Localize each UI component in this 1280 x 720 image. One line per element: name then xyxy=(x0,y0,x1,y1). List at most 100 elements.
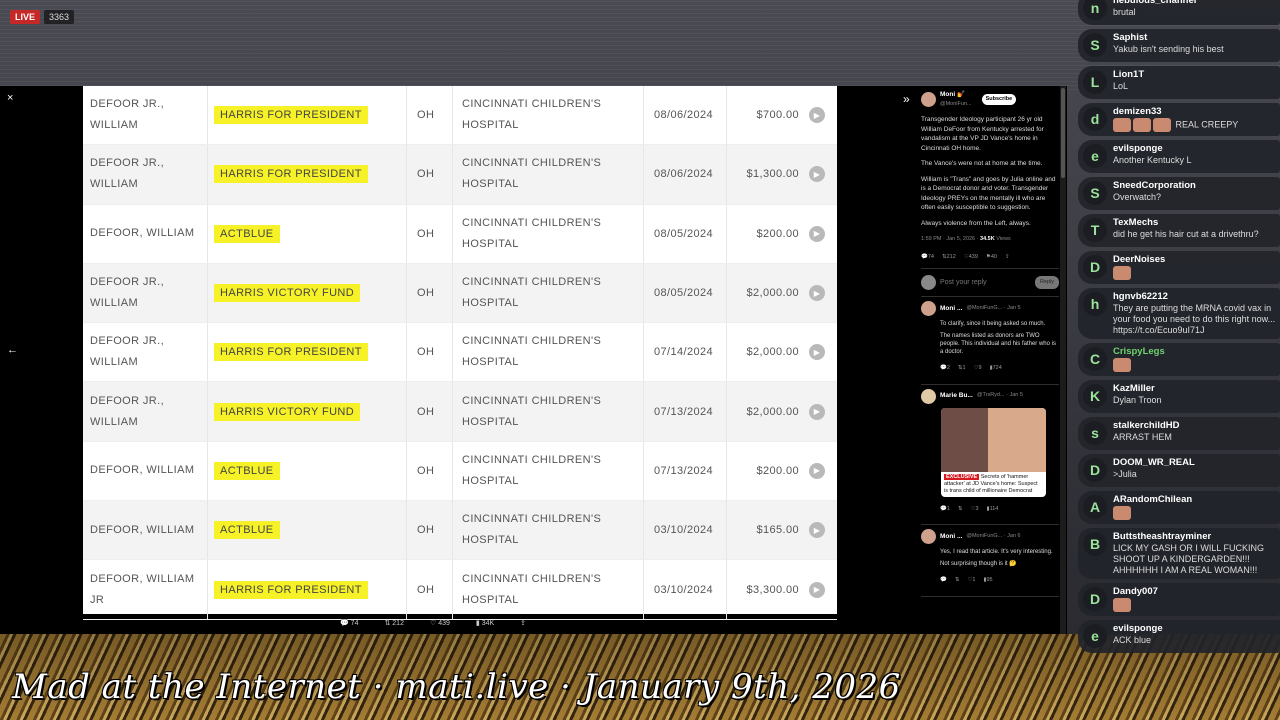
row-arrow-icon[interactable]: ▶ xyxy=(809,581,825,598)
chat-username[interactable]: DeerNoises xyxy=(1113,254,1276,266)
chat-username[interactable]: nebulous_channel xyxy=(1113,0,1276,7)
tweet-time: 1:59 PM · Jan 5, 2026 · xyxy=(921,236,979,242)
donor-state: OH xyxy=(407,501,453,560)
scroll-thumb[interactable] xyxy=(1061,88,1065,178)
chat-username[interactable]: Saphist xyxy=(1113,32,1276,44)
table-row: DEFOOR JR., WILLIAM HARRIS FOR PRESIDENT… xyxy=(83,86,837,146)
reply-action-count: 1 xyxy=(946,505,950,512)
table-row: DEFOOR, WILLIAM ACTBLUE OH CINCINNATI CH… xyxy=(83,204,837,264)
donation-date: 07/13/2024 xyxy=(644,382,727,441)
tweet-paragraph: Yes, I read that article. It's very inte… xyxy=(940,549,1053,555)
avatar[interactable] xyxy=(921,529,936,544)
chat-username[interactable]: DOOM_WR_REAL xyxy=(1113,457,1276,469)
share-icon[interactable]: ⇪ xyxy=(1005,253,1010,263)
repost-action[interactable]: ⇅212 xyxy=(942,253,956,263)
reply-action[interactable]: 💬74 xyxy=(921,253,934,263)
row-arrow-icon[interactable]: ▶ xyxy=(809,462,825,479)
bookmark-action[interactable]: ⚑40 xyxy=(986,253,997,263)
like-action[interactable]: ♡1 xyxy=(967,576,975,586)
donor-employer: CINCINNATI CHILDREN'S HOSPITAL xyxy=(453,86,644,145)
chat-username[interactable]: TexMechs xyxy=(1113,217,1276,229)
chat-username[interactable]: hgnvb62212 xyxy=(1113,291,1276,303)
avatar[interactable] xyxy=(921,388,936,404)
donation-table: DEFOOR JR., WILLIAM HARRIS FOR PRESIDENT… xyxy=(83,86,837,620)
repost-action[interactable]: ⇅ xyxy=(955,576,960,586)
table-row: DEFOOR JR., WILLIAM HARRIS FOR PRESIDENT… xyxy=(83,145,837,205)
donor-state: OH xyxy=(407,86,453,145)
donation-date: 08/06/2024 xyxy=(644,145,727,204)
tweet-scrollbar[interactable] xyxy=(1060,86,1066,634)
view-action[interactable]: ▮724 xyxy=(990,364,1002,374)
avatar[interactable] xyxy=(921,301,936,316)
avatar: s xyxy=(1083,421,1107,445)
news-link-card[interactable]: EXCLUSIVE Secrets of 'hammer attacker' a… xyxy=(941,407,1046,497)
donation-date: 03/10/2024 xyxy=(644,560,727,619)
repost-count[interactable]: ⇅ 212 xyxy=(384,619,404,627)
row-arrow-icon[interactable]: ▶ xyxy=(809,522,825,539)
expand-icon[interactable]: » xyxy=(903,92,910,106)
repost-action[interactable]: ⇅ xyxy=(958,505,963,515)
committee-name: HARRIS VICTORY FUND xyxy=(214,284,361,303)
row-arrow-icon[interactable]: ▶ xyxy=(809,166,825,183)
emote xyxy=(1113,598,1131,612)
row-arrow-icon[interactable]: ▶ xyxy=(809,107,825,124)
donation-amount: $2,000.00 xyxy=(746,405,799,418)
donation-date: 08/05/2024 xyxy=(644,263,727,323)
chat-username[interactable]: stalkerchildHD xyxy=(1113,420,1276,432)
chat-username[interactable]: CrispyLegs xyxy=(1113,346,1276,358)
close-icon[interactable]: × xyxy=(7,92,13,104)
reply-tweet: Moni ... @MoniFunG... · Jan 5 To clarify… xyxy=(921,297,1059,385)
row-arrow-icon[interactable]: ▶ xyxy=(809,344,825,361)
share-icon[interactable]: ⇪ xyxy=(520,619,526,627)
tweet-username[interactable]: Moni 💅 xyxy=(940,91,965,98)
tweet-actions: 💬74 ⇅212 ♡439 ⚑40 ⇪ xyxy=(921,253,1059,269)
reply-action[interactable]: 💬1 xyxy=(940,505,950,515)
like-action[interactable]: ♡9 xyxy=(974,364,982,374)
reply-action[interactable]: 💬 xyxy=(940,576,947,586)
chat-username[interactable]: Buttstheashtrayminer xyxy=(1113,531,1276,543)
reply-count[interactable]: 💬 74 xyxy=(340,619,358,627)
row-arrow-icon[interactable]: ▶ xyxy=(809,403,825,420)
view-action[interactable]: ▮114 xyxy=(987,505,999,515)
chat-message: T TexMechs did he get his hair cut at a dr… xyxy=(1078,214,1280,247)
row-arrow-icon[interactable]: ▶ xyxy=(809,285,825,302)
donation-date: 08/05/2024 xyxy=(644,204,727,263)
tweet-paragraph: The names listed as donors are TWO peopl… xyxy=(940,333,1056,355)
chat-username[interactable]: KazMiller xyxy=(1113,383,1276,395)
tweet-handle: @TrsRyd... · Jan 5 xyxy=(976,392,1023,399)
donor-state: OH xyxy=(407,145,453,204)
donation-date: 07/13/2024 xyxy=(644,441,727,501)
view-action[interactable]: ▮95 xyxy=(983,576,992,586)
like-action[interactable]: ♡3 xyxy=(971,505,979,515)
like-count[interactable]: ♡ 439 xyxy=(430,619,450,627)
row-arrow-icon[interactable]: ▶ xyxy=(809,225,825,242)
avatar: K xyxy=(1083,384,1107,408)
back-arrow-icon[interactable]: ← xyxy=(7,344,18,356)
chat-username[interactable]: ARandomChilean xyxy=(1113,494,1276,506)
repost-action[interactable]: ⇅1 xyxy=(958,364,966,374)
chat-username[interactable]: demizen33 xyxy=(1113,106,1276,118)
chat-username[interactable]: SneedCorporation xyxy=(1113,180,1276,192)
like-action-count: 9 xyxy=(978,365,982,371)
like-action[interactable]: ♡439 xyxy=(964,253,978,263)
like-action-count: 439 xyxy=(968,253,978,260)
chat-username[interactable]: evilsponge xyxy=(1113,143,1276,155)
tweet-username[interactable]: Marie Bu... xyxy=(940,391,973,401)
donation-amount: $165.00 xyxy=(756,524,799,537)
tweet-username[interactable]: Moni ... xyxy=(940,304,962,314)
tweet-username[interactable]: Moni ... xyxy=(940,532,962,542)
reply-input[interactable]: Post your reply xyxy=(940,278,1031,288)
chat-username[interactable]: evilsponge xyxy=(1113,623,1276,635)
table-row: DEFOOR JR., WILLIAM HARRIS VICTORY FUND … xyxy=(83,263,837,324)
chat-username[interactable]: Dandy007 xyxy=(1113,586,1276,598)
view-count[interactable]: ▮ 34K xyxy=(476,619,494,627)
subscribe-button[interactable]: Subscribe xyxy=(981,93,1017,106)
donor-name: DEFOOR, WILLIAM xyxy=(90,227,195,240)
chat-username[interactable]: Lion1T xyxy=(1113,69,1276,81)
reply-button[interactable]: Reply xyxy=(1034,275,1059,290)
committee-name: ACTBLUE xyxy=(214,521,280,540)
reply-action[interactable]: 💬2 xyxy=(940,364,950,374)
avatar[interactable] xyxy=(921,92,936,107)
donor-name: DEFOOR JR., WILLIAM xyxy=(90,157,165,191)
donor-employer: CINCINNATI CHILDREN'S HOSPITAL xyxy=(453,560,644,619)
